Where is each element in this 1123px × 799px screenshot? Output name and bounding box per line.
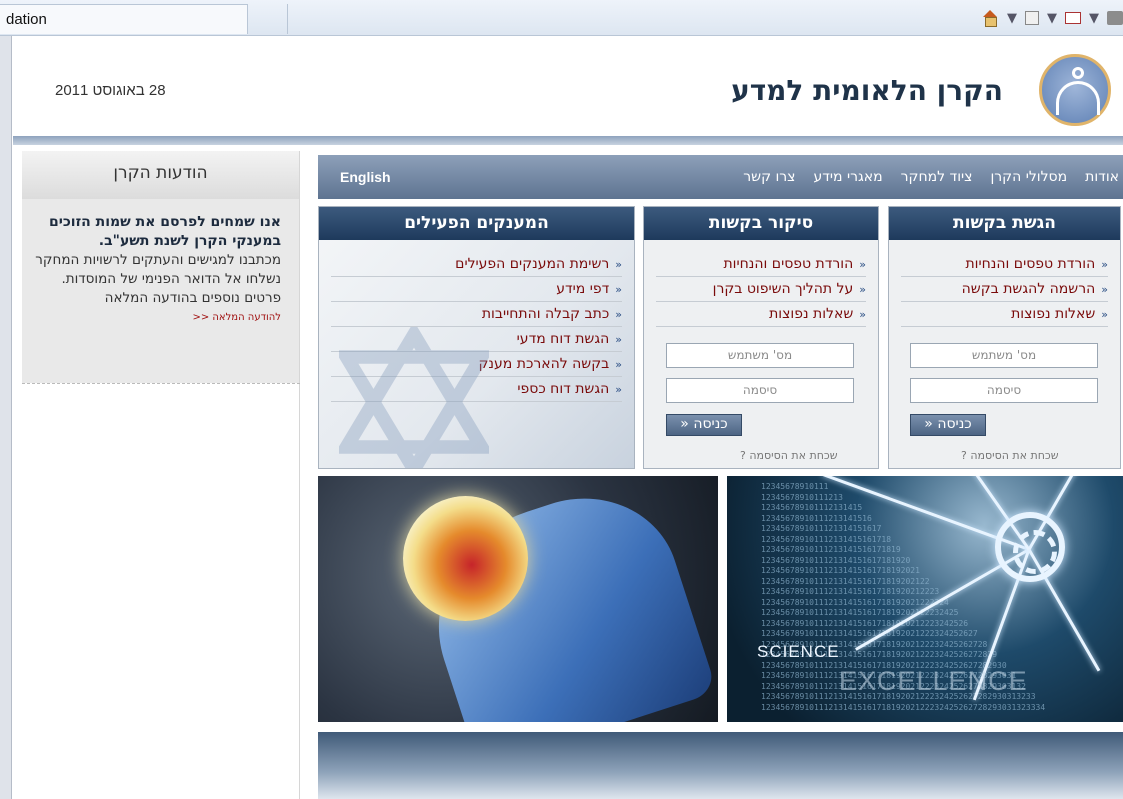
english-link[interactable]: English: [340, 169, 391, 185]
arrow-icon: «: [1101, 308, 1108, 321]
excellence-caption: EXCELLENCE: [839, 666, 1028, 696]
login-button[interactable]: כניסה «: [666, 414, 742, 436]
nav-item-about[interactable]: אודות: [1085, 169, 1119, 185]
username-field[interactable]: מס' משתמש: [910, 343, 1098, 368]
arrow-icon: «: [859, 258, 866, 271]
browser-command-bar: ▼ ▼ ▼: [981, 6, 1123, 30]
panel-title: סיקור בקשות: [644, 207, 878, 240]
main-nav: English אודות מסלולי הקרן ציוד למחקר מאג…: [318, 155, 1123, 199]
target-circle-shape: [995, 512, 1065, 582]
site-header: 28 באוגוסט 2011 הקרן הלאומית למדע: [13, 36, 1123, 138]
browser-toolbar: dation ▼ ▼ ▼: [0, 0, 1123, 36]
arrow-icon: «: [859, 308, 866, 321]
logo-arms-shape: [1056, 81, 1100, 115]
arrow-icon: «: [859, 283, 866, 296]
login-button[interactable]: כניסה «: [910, 414, 986, 436]
page: dation ▼ ▼ ▼ 28 באוגוסט 2011 הקרן הלאומי…: [0, 0, 1123, 799]
panel-title: הגשת בקשות: [889, 207, 1120, 240]
password-field[interactable]: סיסמה: [910, 378, 1098, 403]
bottom-banner-image: [318, 732, 1123, 799]
panel-link[interactable]: «על תהליך השיפוט בקרן: [656, 277, 866, 302]
browser-tab-title: dation: [6, 11, 47, 28]
active-grants-panel: המענקים הפעילים «רשימת המענקים הפעילים «…: [318, 206, 635, 469]
news-sidebar: הודעות הקרן אנו שמחים לפרסם את שמות הזוכ…: [22, 151, 300, 799]
window-edge: [0, 36, 12, 799]
news-title: הודעות הקרן: [22, 151, 299, 199]
review-requests-panel: סיקור בקשות «הורדת טפסים והנחיות «על תהל…: [643, 206, 879, 469]
home-icon[interactable]: [981, 10, 999, 27]
nav-item-contact[interactable]: צרו קשר: [743, 169, 795, 185]
print-icon[interactable]: [1107, 11, 1123, 25]
arrow-icon: «: [615, 308, 622, 321]
nav-links: אודות מסלולי הקרן ציוד למחקר מאגרי מידע …: [743, 169, 1119, 185]
mail-icon[interactable]: [1065, 12, 1081, 24]
foundation-logo[interactable]: [1039, 54, 1111, 126]
home-dropdown-icon[interactable]: ▼: [1007, 11, 1017, 26]
header-divider: [13, 136, 1123, 145]
feeds-icon[interactable]: [1025, 11, 1039, 25]
current-date: 28 באוגוסט 2011: [55, 82, 166, 99]
panel-link[interactable]: «כתב קבלה והתחייבות: [331, 302, 622, 327]
nav-item-equipment[interactable]: ציוד למחקר: [901, 169, 973, 185]
mail-dropdown-icon[interactable]: ▼: [1089, 11, 1099, 26]
arrow-icon: «: [680, 416, 689, 432]
site-name[interactable]: הקרן הלאומית למדע: [731, 74, 1003, 107]
panel-link[interactable]: «הרשמה להגשת בקשה: [901, 277, 1108, 302]
full-announcement-link[interactable]: להודעה המלאה <<: [32, 312, 281, 323]
star-of-david-watermark: [339, 327, 489, 468]
nav-item-databases[interactable]: מאגרי מידע: [813, 169, 882, 185]
lab-petri-dish-image: [318, 476, 718, 722]
logo-head-shape: [1072, 67, 1084, 79]
password-field[interactable]: סיסמה: [666, 378, 854, 403]
new-tab-area[interactable]: [252, 4, 288, 34]
browser-tab[interactable]: dation: [0, 4, 248, 34]
arrow-icon: «: [615, 333, 622, 346]
nav-item-tracks[interactable]: מסלולי הקרן: [990, 169, 1067, 185]
arrow-icon: «: [615, 383, 622, 396]
panel-link[interactable]: «הורדת טפסים והנחיות: [901, 252, 1108, 277]
forgot-password-link[interactable]: שכחת את הסיסמה ?: [961, 449, 1059, 462]
arrow-icon: «: [615, 283, 622, 296]
arrow-icon: «: [615, 358, 622, 371]
news-text: מכתבנו למגישים והעתקים לרשויות המחקר נשל…: [35, 252, 281, 306]
forgot-password-link[interactable]: שכחת את הסיסמה ?: [740, 449, 838, 462]
science-excellence-image: 12345678910111 12345678910111213 1234567…: [727, 476, 1123, 722]
panel-link[interactable]: «רשימת המענקים הפעילים: [331, 252, 622, 277]
username-field[interactable]: מס' משתמש: [666, 343, 854, 368]
news-item: אנו שמחים לפרסם את שמות הזוכים במענקי הק…: [22, 199, 299, 383]
arrow-icon: «: [1101, 283, 1108, 296]
news-lead: אנו שמחים לפרסם את שמות הזוכים במענקי הק…: [48, 214, 281, 249]
panel-link[interactable]: «דפי מידע: [331, 277, 622, 302]
panel-title: המענקים הפעילים: [319, 207, 634, 240]
submit-requests-panel: הגשת בקשות «הורדת טפסים והנחיות «הרשמה ל…: [888, 206, 1121, 469]
feeds-dropdown-icon[interactable]: ▼: [1047, 11, 1057, 26]
arrow-icon: «: [1101, 258, 1108, 271]
arrow-icon: «: [924, 416, 933, 432]
arrow-icon: «: [615, 258, 622, 271]
panel-link[interactable]: «הורדת טפסים והנחיות: [656, 252, 866, 277]
news-divider: [22, 383, 300, 384]
panel-link[interactable]: «שאלות נפוצות: [656, 302, 866, 327]
petri-dish-shape: [403, 496, 528, 621]
science-caption: SCIENCE: [757, 642, 840, 661]
panel-link[interactable]: «שאלות נפוצות: [901, 302, 1108, 327]
